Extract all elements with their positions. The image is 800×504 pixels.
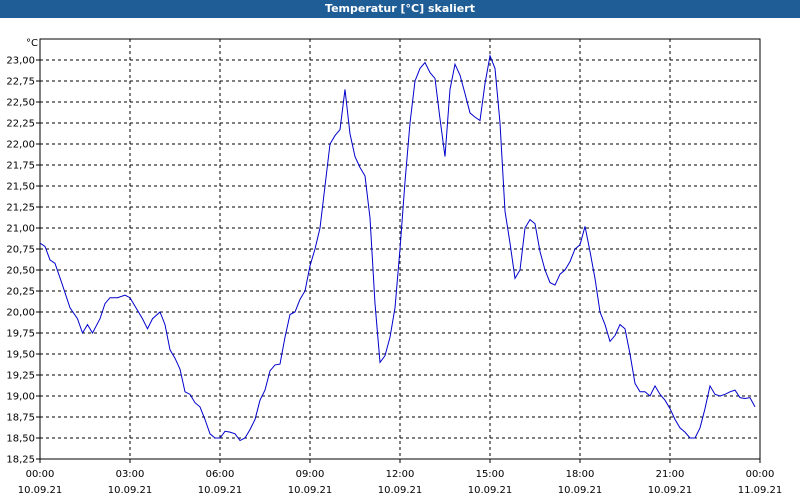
x-tick-time-label: 00:00: [26, 469, 55, 480]
x-tick-date-label: 11.09.21: [738, 485, 783, 496]
x-tick-time-label: 03:00: [116, 469, 145, 480]
x-tick-date-label: 10.09.21: [558, 485, 603, 496]
x-tick-date-label: 10.09.21: [108, 485, 153, 496]
y-tick-label: 19,00: [6, 392, 35, 403]
y-tick-label: 21,25: [6, 203, 35, 214]
y-tick-label: 21,50: [6, 182, 35, 193]
y-tick-label: 18,50: [6, 434, 35, 445]
x-tick-time-label: 09:00: [296, 469, 325, 480]
x-tick-date-label: 10.09.21: [288, 485, 333, 496]
x-tick-time-label: 21:00: [656, 469, 685, 480]
window-title: Temperatur [°C] skaliert: [0, 0, 800, 18]
temperature-chart: 18,25 18,50 18,75 19,00 19,25 19,50 19,75 20,00…: [6, 38, 782, 496]
y-unit-label: °C: [26, 38, 38, 49]
x-tick-time-label: 00:00: [746, 469, 775, 480]
y-tick-label: 22,75: [6, 77, 35, 88]
y-tick-label: 19,50: [6, 350, 35, 361]
y-tick-label: 23,00: [6, 56, 35, 67]
x-tick-time-label: 15:00: [476, 469, 505, 480]
y-tick-label: 21,00: [6, 224, 35, 235]
x-tick-date-label: 10.09.21: [468, 485, 513, 496]
chart-area: 18,25 18,50 18,75 19,00 19,25 19,50 19,75 20,00…: [0, 18, 800, 500]
y-tick-label: 22,50: [6, 98, 35, 109]
x-tick-time-label: 12:00: [386, 469, 415, 480]
x-tick-date-label: 10.09.21: [18, 485, 63, 496]
y-tick-label: 20,75: [6, 245, 35, 256]
y-tick-label: 19,25: [6, 371, 35, 382]
y-tick-label: 20,00: [6, 308, 35, 319]
x-tick-date-label: 10.09.21: [648, 485, 693, 496]
y-tick-label: 22,25: [6, 119, 35, 130]
y-tick-label: 20,25: [6, 287, 35, 298]
y-tick-label: 22,00: [6, 140, 35, 151]
x-tick-time-label: 06:00: [206, 469, 235, 480]
temperature-series-line: [39, 53, 756, 442]
y-tick-label: 18,75: [6, 413, 35, 424]
y-tick-label: 18,25: [6, 455, 35, 466]
x-tick-date-label: 10.09.21: [378, 485, 423, 496]
x-tick-time-label: 18:00: [566, 469, 595, 480]
axes: 18,25 18,50 18,75 19,00 19,25 19,50 19,75 20,00…: [6, 38, 782, 496]
y-tick-label: 21,75: [6, 161, 35, 172]
y-tick-label: 20,50: [6, 266, 35, 277]
x-tick-date-label: 10.09.21: [198, 485, 243, 496]
y-tick-label: 19,75: [6, 329, 35, 340]
series-layer: [39, 53, 756, 442]
